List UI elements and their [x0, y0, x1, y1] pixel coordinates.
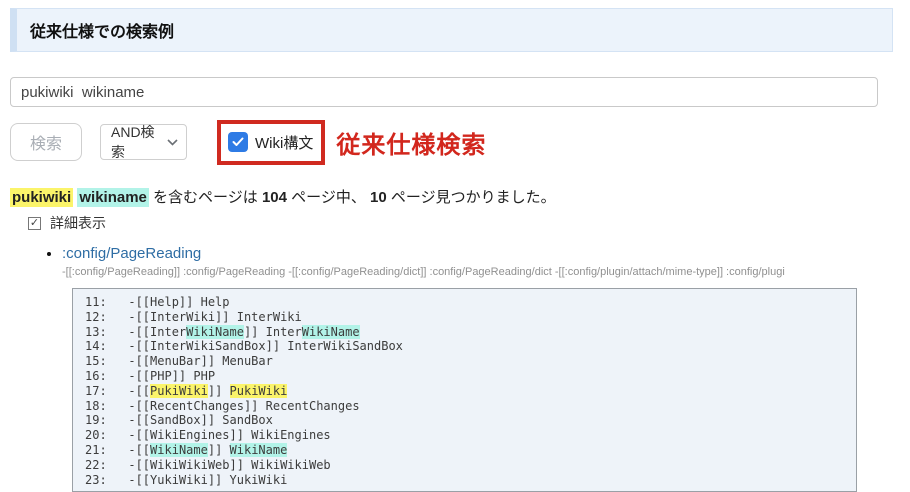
annotation-highlight-box: Wiki構文 — [217, 120, 325, 165]
line-number: 22: — [85, 458, 128, 472]
text-run: -[[ — [128, 384, 150, 398]
section-header: 従来仕様での検索例 — [10, 8, 893, 52]
text-run: -[[InterWikiSandBox]] InterWikiSandBox — [128, 339, 403, 353]
code-line: 16: -[[PHP]] PHP — [85, 369, 856, 384]
highlighted-term: WikiName — [150, 443, 208, 457]
result-list: :config/PageReading -[[:config/PageReadi… — [0, 245, 910, 278]
code-line: 17: -[[PukiWiki]] PukiWiki — [85, 384, 856, 399]
detail-checkbox[interactable] — [28, 217, 41, 230]
code-line: 12: -[[InterWiki]] InterWiki — [85, 310, 856, 325]
search-mode-select[interactable]: AND検索 — [100, 124, 187, 160]
text-run: -[[WikiWikiWeb]] WikiWikiWeb — [128, 458, 330, 472]
highlighted-term: PukiWiki — [150, 384, 208, 398]
highlighted-term: WikiName — [186, 325, 244, 339]
detail-checkbox-label: 詳細表示 — [50, 213, 106, 233]
text-run: ]] Inter — [244, 325, 302, 339]
text-run: -[[ — [128, 443, 150, 457]
line-number: 11: — [85, 295, 128, 309]
highlighted-term: wikiname — [77, 188, 149, 207]
code-line: 15: -[[MenuBar]] MenuBar — [85, 354, 856, 369]
code-line: 18: -[[RecentChanges]] RecentChanges — [85, 399, 856, 414]
result-summary: pukiwiki wikiname を含むページは 104 ページ中、 10 ペ… — [10, 186, 910, 207]
code-line: 21: -[[WikiName]] WikiName — [85, 443, 856, 458]
line-number: 16: — [85, 369, 128, 383]
text-run: 104 — [262, 189, 287, 206]
text-run: -[[MenuBar]] MenuBar — [128, 354, 273, 368]
text-run: -[[Inter — [128, 325, 186, 339]
result-page-link[interactable]: :config/PageReading — [62, 245, 201, 262]
result-excerpt: -[[:config/PageReading]] :config/PageRea… — [62, 266, 910, 278]
line-number: 19: — [85, 413, 128, 427]
wiki-syntax-label: Wiki構文 — [255, 132, 313, 153]
text-run: -[[RecentChanges]] RecentChanges — [128, 399, 359, 413]
text-run: -[[WikiEngines]] WikiEngines — [128, 428, 330, 442]
code-line: 23: -[[YukiWiki]] YukiWiki — [85, 473, 856, 488]
text-run: ]] — [208, 384, 230, 398]
chevron-down-icon — [167, 139, 178, 146]
highlighted-term: WikiName — [230, 443, 288, 457]
detail-checkbox-row[interactable]: 詳細表示 — [28, 213, 106, 233]
text-run: 10 — [370, 189, 387, 206]
line-number: 17: — [85, 384, 128, 398]
search-button[interactable]: 検索 — [10, 123, 82, 161]
line-number: 12: — [85, 310, 128, 324]
text-run: -[[InterWiki]] InterWiki — [128, 310, 301, 324]
line-number: 15: — [85, 354, 128, 368]
page: 従来仕様での検索例 検索 AND検索 Wiki構文 従来仕様検索 pukiwik… — [0, 8, 910, 486]
code-line: 13: -[[InterWikiName]] InterWikiName — [85, 325, 856, 340]
highlighted-term: WikiName — [302, 325, 360, 339]
text-run: -[[SandBox]] SandBox — [128, 413, 273, 427]
check-icon — [232, 137, 244, 147]
line-number: 23: — [85, 473, 128, 487]
text-run: を含むページは — [149, 189, 262, 206]
line-number: 21: — [85, 443, 128, 457]
text-run: ]] — [208, 443, 230, 457]
text-run: -[[Help]] Help — [128, 295, 229, 309]
toolbar: 検索 AND検索 Wiki構文 従来仕様検索 — [10, 119, 910, 165]
code-line: 20: -[[WikiEngines]] WikiEngines — [85, 428, 856, 443]
code-line: 19: -[[SandBox]] SandBox — [85, 413, 856, 428]
line-number: 13: — [85, 325, 128, 339]
page-title: 従来仕様での検索例 — [30, 24, 174, 41]
annotation-text: 従来仕様検索 — [336, 125, 486, 160]
code-line: 14: -[[InterWikiSandBox]] InterWikiSandB… — [85, 339, 856, 354]
line-number: 18: — [85, 399, 128, 413]
line-number: 20: — [85, 428, 128, 442]
highlighted-term: PukiWiki — [230, 384, 288, 398]
highlighted-term: pukiwiki — [10, 188, 73, 207]
text-run: ページ見つかりました。 — [387, 189, 556, 206]
line-number: 14: — [85, 339, 128, 353]
code-line: 11: -[[Help]] Help — [85, 295, 856, 310]
text-run: ページ中、 — [287, 189, 370, 206]
wiki-syntax-checkbox[interactable] — [228, 132, 248, 152]
text-run: -[[PHP]] PHP — [128, 369, 215, 383]
code-line: 22: -[[WikiWikiWeb]] WikiWikiWeb — [85, 458, 856, 473]
text-run: -[[YukiWiki]] YukiWiki — [128, 473, 287, 487]
code-block: 11: -[[Help]] Help12: -[[InterWiki]] Int… — [72, 288, 857, 492]
list-item: :config/PageReading -[[:config/PageReadi… — [62, 245, 910, 278]
search-input[interactable] — [10, 77, 878, 107]
search-mode-value: AND検索 — [111, 122, 167, 162]
